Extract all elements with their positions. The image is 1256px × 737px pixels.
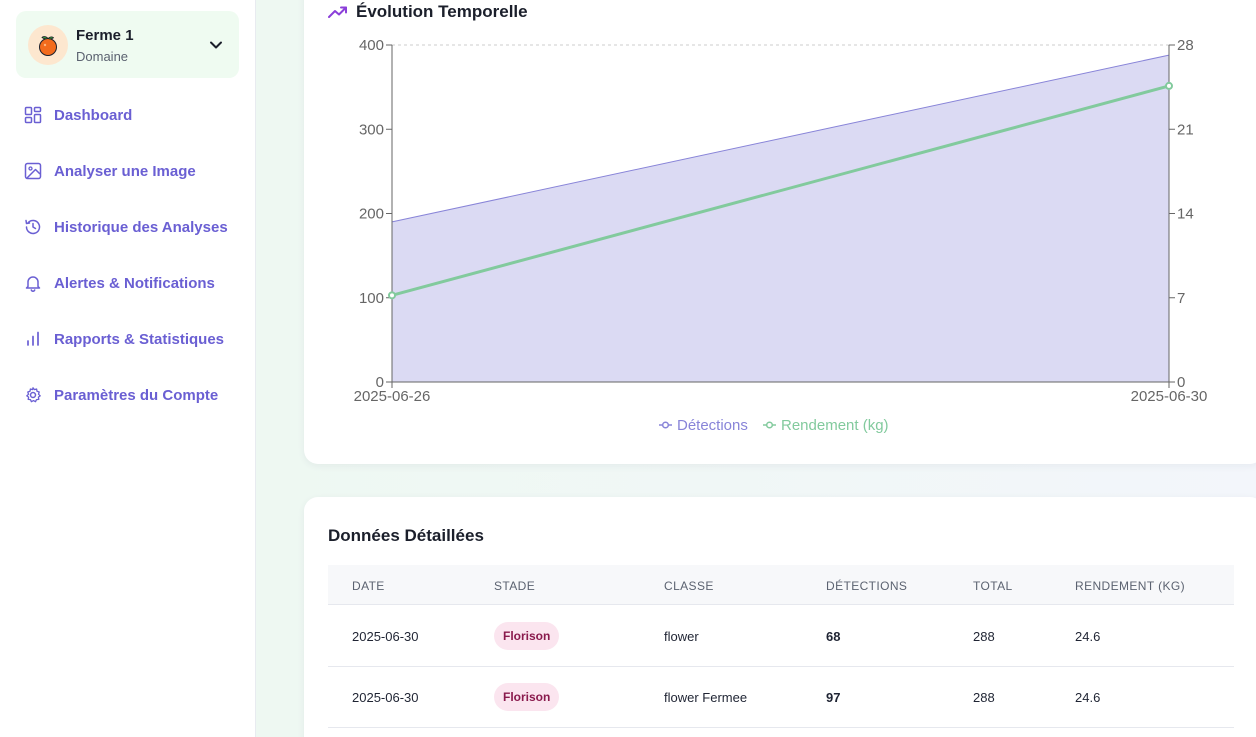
detections-area [392,55,1169,383]
sidebar: Ferme 1 Domaine Dashboard Analyser une I… [0,0,256,737]
x-tick-label: 2025-06-30 [1131,388,1208,405]
cell-date: 2025-06-30 [352,629,419,644]
gear-icon [26,387,41,403]
cell-rendement: 24.6 [1075,629,1101,644]
sidebar-item-label: Dashboard [54,106,133,124]
table-title: Données Détaillées [328,526,484,545]
dashboard-grid-icon [24,106,42,124]
y-tick-label-right: 14 [1177,206,1194,223]
image-icon [24,162,42,180]
cell-classe: flower Fermee [664,690,748,705]
legend-label: Rendement (kg) [781,417,889,434]
y-tick-label-left: 200 [359,206,384,223]
y-tick-label-left: 300 [359,121,384,138]
column-header-date: DATE [352,579,385,593]
rendement-point [388,291,396,300]
legend-swatch-point [661,421,670,429]
history-icon [25,219,41,235]
chevron-down-icon[interactable] [209,38,223,52]
column-header-total: TOTAL [973,579,1013,593]
bell-icon [25,276,41,292]
sidebar-item-label: Alertes & Notifications [54,274,215,292]
legend-swatch-point [765,421,774,429]
sidebar-item-label: Analyser une Image [54,162,196,180]
cell-total: 288 [973,690,995,705]
sidebar-item-historique[interactable]: Historique des Analyses [16,207,239,247]
farm-selector[interactable]: Ferme 1 Domaine [16,11,239,78]
table-header: DATE STADE CLASSE DÉTECTIONS TOTAL RENDE… [328,565,1234,605]
chart-header: Évolution Temporelle [328,2,528,22]
y-tick-label-left: 100 [359,290,384,307]
sidebar-item-rapports[interactable]: Rapports & Statistiques [16,319,239,359]
legend-label: Détections [677,417,748,434]
y-tick-label-right: 21 [1177,121,1194,138]
sidebar-item-dashboard[interactable]: Dashboard [16,95,239,135]
trending-up-icon [328,6,347,18]
chart-title: Évolution Temporelle [356,2,528,21]
x-tick-label: 2025-06-26 [354,388,431,405]
sidebar-item-label: Paramètres du Compte [54,386,219,404]
cell-total: 288 [973,629,995,644]
cell-classe: flower [664,629,699,644]
orange-fruit-icon [39,36,57,56]
column-header-stade: STADE [494,579,536,593]
bar-chart-icon [27,331,39,346]
cell-rendement: 24.6 [1075,690,1101,705]
farm-avatar [28,25,68,65]
sidebar-item-analyser-image[interactable]: Analyser une Image [16,151,239,191]
table-row: 2025-06-30 Florison flower Fermee 97 288… [328,667,1234,728]
cell-detections: 97 [826,690,841,705]
farm-name: Ferme 1 [76,27,134,44]
sidebar-item-parametres[interactable]: Paramètres du Compte [16,375,239,415]
column-header-rendement: RENDEMENT (KG) [1075,579,1186,593]
sidebar-item-alertes[interactable]: Alertes & Notifications [16,263,239,303]
column-header-detections: DÉTECTIONS [826,579,908,593]
column-header-classe: CLASSE [664,579,714,593]
y-tick-label-right: 28 [1177,37,1194,54]
farm-subtitle: Domaine [76,49,129,64]
y-tick-label-right: 7 [1177,290,1185,307]
evolution-chart: 0100200300400071421282025-06-26 2025-06-3… [354,37,1208,434]
cell-detections: 68 [826,629,841,644]
rendement-point [1165,81,1173,90]
sidebar-item-label: Rapports & Statistiques [54,330,225,348]
stade-badge: Florison [494,622,560,650]
cell-date: 2025-06-30 [352,690,419,705]
stade-badge: Florison [494,683,560,711]
sidebar-item-label: Historique des Analyses [54,218,228,236]
table-row: 2025-06-30 Florison flower 68 288 24.6 [328,606,1234,667]
y-tick-label-left: 400 [359,37,384,54]
